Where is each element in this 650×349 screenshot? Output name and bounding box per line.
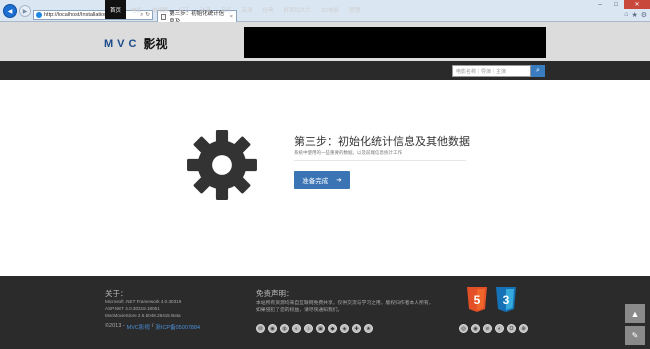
logo-movie-text: 影视 [143, 37, 168, 51]
android-icon[interactable]: ▣ [316, 324, 325, 333]
page-title: 第三步：初始化统计信息及其他数据 [294, 136, 470, 148]
back-arrow-icon: ◀ [7, 8, 13, 15]
maximize-icon[interactable]: □ [608, 0, 624, 9]
window-controls: – □ ✕ [592, 0, 650, 9]
back-to-top-button[interactable]: ▲ [625, 304, 645, 323]
email-icon[interactable]: ✉ [256, 324, 265, 333]
feedback-button[interactable]: ✎ [625, 326, 645, 345]
forward-button[interactable]: ▶ [19, 5, 31, 17]
site-search: 电影名称｜导演｜主演 ⌕ [452, 65, 545, 77]
edit-icon: ✎ [631, 331, 639, 340]
tech-icons: ◎ ◉ e ◐ O ⊕ [459, 324, 528, 333]
qq-icon[interactable]: ◉ [268, 324, 277, 333]
nav-item-variety[interactable]: 综艺 [174, 0, 195, 19]
browser-right-icons: ⌂ ★ ⚙ [624, 11, 647, 19]
share-icons: ✉ ◉ ◍ ◐ ♪ ▣ ◆ ◈ ✚ ★ [256, 324, 373, 333]
nav-item-tv[interactable]: 电视剧 [147, 0, 174, 19]
apple-icon[interactable]: ◆ [328, 324, 337, 333]
firefox-icon[interactable]: ◉ [471, 324, 480, 333]
nav-item-hollywood[interactable]: 好莱坞大片 [279, 0, 317, 19]
header-banner [244, 27, 546, 58]
html5-badge-text: 5 [474, 293, 481, 307]
css3-badge-text: 3 [503, 293, 510, 307]
about-line: MvcMovieStore 2.5.5048.28415 Beta [105, 313, 181, 318]
about-line: ASP.NET 4.0.30319.18051 [105, 306, 160, 311]
copyright-separator: / [151, 323, 154, 329]
nav-item-music[interactable]: 音乐 [216, 0, 237, 19]
nav-item-home[interactable]: 首页 [105, 0, 127, 19]
ready-button-label: 准备完成 [302, 178, 329, 185]
disclaimer-title: 免责声明： [256, 289, 294, 298]
wechat-icon[interactable]: ◍ [280, 324, 289, 333]
search-input[interactable]: 电影名称｜导演｜主演 [452, 65, 531, 77]
star-icon[interactable]: ★ [364, 324, 373, 333]
site-link[interactable]: MVC影视 [127, 323, 150, 331]
html5-badge-icon: 5 [467, 287, 487, 312]
nav-item-hd[interactable]: 高清 [237, 0, 258, 19]
rss-icon[interactable]: ◈ [340, 324, 349, 333]
divider [294, 160, 466, 161]
site-logo[interactable]: MVC 影视 [104, 35, 167, 52]
search-icon: ⌕ [536, 67, 540, 74]
about-line: Microsoft .NET Framework 4.0.30319 [105, 299, 182, 304]
gear-icon [187, 130, 257, 200]
nav-item-classic[interactable]: 经典 [258, 0, 279, 19]
weibo-icon[interactable]: ◐ [292, 324, 301, 333]
nav-item-anime[interactable]: 动漫 [195, 0, 216, 19]
nav-item-3d[interactable]: 3D电影 [316, 0, 344, 19]
chevron-up-icon: ▲ [630, 308, 640, 319]
logo-mvc-text: MVC [104, 37, 141, 50]
ie-icon [36, 12, 42, 18]
home-icon[interactable]: ⌂ [624, 11, 628, 19]
close-window-icon[interactable]: ✕ [624, 0, 650, 9]
about-title: 关于： [105, 289, 128, 298]
nav-item-admin[interactable]: 管理 [344, 0, 365, 19]
opera-icon[interactable]: O [507, 324, 516, 333]
nav-item-movies[interactable]: 电影 [126, 0, 147, 19]
arrow-right-icon: ➔ [336, 177, 342, 184]
safari-icon[interactable]: ◐ [495, 324, 504, 333]
ready-button[interactable]: 准备完成 ➔ [294, 171, 350, 189]
copyright-text: ©2013 - [105, 323, 125, 329]
compass-icon[interactable]: ⊕ [519, 324, 528, 333]
search-button[interactable]: ⌕ [531, 65, 545, 77]
page-description: 系统中使用的一些重要的数据，以及前端信息统计工作 [294, 150, 402, 155]
copyright: ©2013 - MVC影视 / 浙ICP备05007884 [105, 323, 200, 331]
nav-items: 首页 电影 电视剧 综艺 动漫 音乐 高清 经典 好莱坞大片 3D电影 管理 [105, 0, 365, 19]
disclaimer-text: 本站所有资源均来自互联网免费共享，仅供交流与学习之用，版权归作者本人所有，如果侵… [256, 301, 434, 313]
favorites-icon[interactable]: ★ [631, 11, 637, 19]
icp-link[interactable]: 浙ICP备05007884 [155, 323, 200, 331]
bell-icon[interactable]: ♪ [304, 324, 313, 333]
back-button[interactable]: ◀ [3, 4, 17, 18]
ie-icon[interactable]: e [483, 324, 492, 333]
settings-gear-icon[interactable]: ⚙ [641, 11, 647, 19]
forward-arrow-icon: ▶ [22, 8, 28, 15]
main-nav [0, 61, 650, 80]
minimize-icon[interactable]: – [592, 0, 608, 9]
css3-badge-icon: 3 [496, 287, 516, 312]
puzzle-icon[interactable]: ✚ [352, 324, 361, 333]
chrome-icon[interactable]: ◎ [459, 324, 468, 333]
